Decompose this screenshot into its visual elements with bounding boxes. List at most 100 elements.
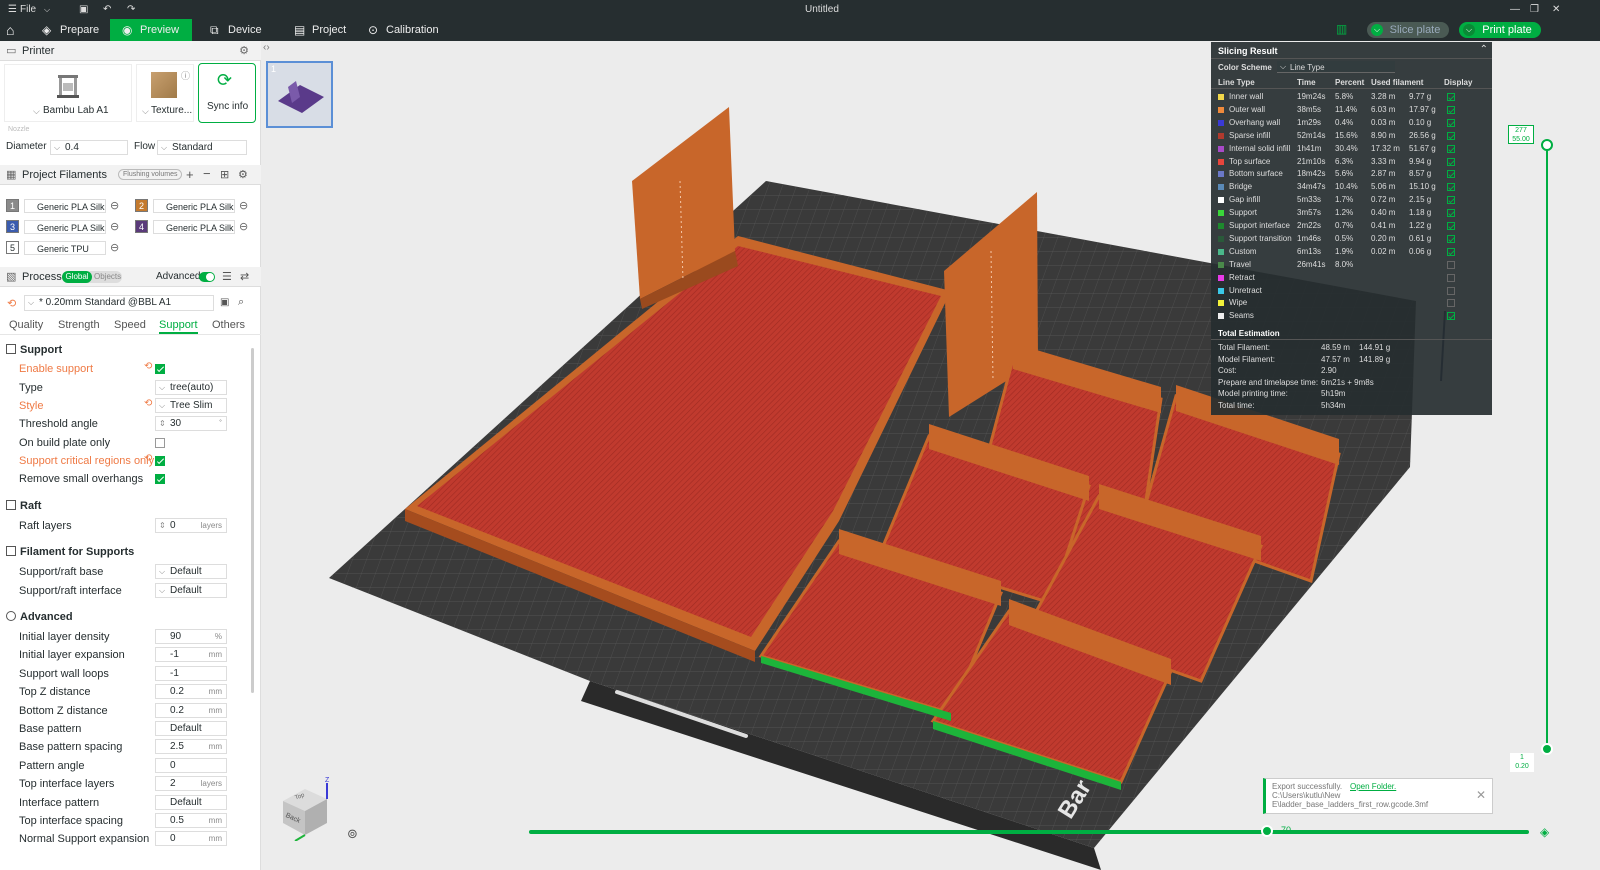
build-plate-only-checkbox[interactable] — [155, 438, 165, 448]
search-icon[interactable]: ⌕ — [238, 296, 244, 309]
move-slider-handle[interactable] — [1261, 825, 1273, 837]
display-checkbox[interactable] — [1447, 131, 1455, 140]
display-checkbox[interactable] — [1447, 118, 1455, 127]
line-type-row[interactable]: Support interface 2m22s 0.7% 0.41 m 1.22 g — [1211, 220, 1492, 233]
flow-select[interactable]: ⌵ Standard — [157, 140, 247, 155]
layout-icon[interactable]: ▥ — [1336, 22, 1347, 36]
line-type-row[interactable]: Seams — [1211, 310, 1492, 323]
remove-circle-icon[interactable]: ⊖ — [110, 241, 119, 255]
advanced-row-field[interactable]: Default — [155, 721, 227, 736]
line-type-row[interactable]: Support transition 1m46s 0.5% 0.20 m 0.61 g — [1211, 233, 1492, 246]
display-checkbox[interactable] — [1447, 260, 1455, 269]
line-type-row[interactable]: Travel 26m41s 8.0% — [1211, 259, 1492, 272]
chevron-down-icon[interactable]: ⌵ — [1371, 24, 1383, 36]
advanced-toggle[interactable] — [199, 272, 215, 282]
layer-slider-bottom-handle[interactable] — [1541, 743, 1553, 755]
compare-icon[interactable]: ⇄ — [240, 270, 249, 283]
close-icon[interactable]: ✕ — [1476, 788, 1486, 802]
raft-layers-stepper[interactable]: ⇕ 0 layers — [155, 518, 227, 533]
reset-icon[interactable]: ⟲ — [144, 398, 152, 409]
layer-slider-track[interactable] — [1546, 144, 1548, 749]
line-type-row[interactable]: Internal solid infill 1h41m 30.4% 17.32 m 51… — [1211, 143, 1492, 156]
display-checkbox[interactable] — [1447, 209, 1455, 218]
save-icon[interactable]: ▣ — [79, 0, 88, 19]
diameter-select[interactable]: ⌵ 0.4 — [50, 140, 128, 155]
display-checkbox[interactable] — [1447, 312, 1455, 321]
remove-small-overhangs-checkbox[interactable] — [155, 474, 165, 484]
threshold-angle-stepper[interactable]: ⇕ 30 ˚ — [155, 416, 227, 431]
advanced-row-field[interactable]: 2 layers — [155, 776, 227, 792]
display-checkbox[interactable] — [1447, 144, 1455, 153]
display-checkbox[interactable] — [1447, 196, 1455, 205]
tab-speed[interactable]: Speed — [114, 319, 146, 331]
redo-icon[interactable]: ↷ — [127, 0, 135, 19]
reset-icon[interactable]: ⟲ — [144, 361, 152, 372]
tab-preview[interactable]: ◉ Preview — [110, 19, 192, 41]
tab-device[interactable]: ⧉ Device — [198, 19, 280, 41]
display-checkbox[interactable] — [1447, 105, 1455, 114]
display-checkbox[interactable] — [1447, 157, 1455, 166]
save-profile-icon[interactable]: ▣ — [220, 297, 229, 308]
line-type-row[interactable]: Sparse infill 52m14s 15.6% 8.90 m 26.56 g — [1211, 130, 1492, 143]
add-filament-icon[interactable]: + — [186, 167, 194, 182]
close-icon[interactable]: ✕ — [1552, 0, 1560, 19]
file-menu[interactable]: File — [20, 0, 36, 19]
support-raft-base-select[interactable]: ⌵ Default — [155, 564, 227, 579]
open-folder-link[interactable]: Open Folder. — [1350, 782, 1396, 791]
advanced-row-field[interactable]: -1 mm — [155, 647, 227, 663]
collapse-icon[interactable]: ‹› — [263, 42, 270, 53]
camera-fit-icon[interactable]: ⊚ — [347, 826, 358, 842]
line-type-row[interactable]: Bottom surface 18m42s 5.6% 2.87 m 8.57 g — [1211, 168, 1492, 181]
print-plate-button[interactable]: ⌵ Print plate — [1459, 22, 1541, 38]
chevron-down-icon[interactable]: ⌵ — [1463, 24, 1475, 36]
display-checkbox[interactable] — [1447, 222, 1455, 230]
layer-slider-top-handle[interactable] — [1541, 139, 1553, 151]
advanced-row-field[interactable]: 2.5 mm — [155, 739, 227, 755]
line-type-row[interactable]: Overhang wall 1m29s 0.4% 0.03 m 0.10 g — [1211, 117, 1492, 130]
line-type-row[interactable]: Custom 6m13s 1.9% 0.02 m 0.06 g — [1211, 246, 1492, 259]
remove-circle-icon[interactable]: ⊖ — [239, 220, 248, 234]
chevron-down-icon[interactable]: ⌵ — [44, 0, 50, 19]
sync-info-button[interactable]: ⟳ Sync info — [198, 63, 256, 123]
display-checkbox[interactable] — [1447, 273, 1455, 282]
display-checkbox[interactable] — [1447, 183, 1455, 192]
info-icon[interactable]: ⓘ — [181, 69, 190, 82]
settings-scrollbar[interactable] — [251, 348, 254, 693]
line-type-row[interactable]: Unretract — [1211, 285, 1492, 298]
enable-support-checkbox[interactable] — [155, 364, 165, 374]
printer-card[interactable]: ⌵ Bambu Lab A1 — [4, 64, 132, 122]
line-type-row[interactable]: Retract — [1211, 272, 1492, 285]
plate-type-card[interactable]: ⓘ ⌵ Texture... — [136, 64, 194, 122]
tab-project[interactable]: ▤ Project — [282, 19, 362, 41]
reset-icon[interactable]: ⟲ — [144, 453, 152, 464]
layers-icon[interactable]: ◈ — [1540, 825, 1549, 839]
support-style-select[interactable]: ⌵ Tree Slim — [155, 398, 227, 413]
tab-support[interactable]: Support — [159, 319, 198, 334]
list-icon[interactable]: ☰ — [222, 270, 232, 283]
advanced-row-field[interactable]: 0 mm — [155, 831, 227, 847]
tab-calibration[interactable]: ⊙ Calibration — [356, 19, 456, 41]
collapse-chevron-icon[interactable]: ⌃ — [1480, 44, 1488, 55]
line-type-row[interactable]: Wipe — [1211, 297, 1492, 310]
move-slider-track[interactable] — [529, 830, 1529, 834]
line-type-row[interactable]: Bridge 34m47s 10.4% 5.06 m 15.10 g — [1211, 181, 1492, 194]
reset-icon[interactable]: ⟲ — [7, 297, 16, 310]
advanced-row-field[interactable]: 0 — [155, 757, 227, 773]
tab-quality[interactable]: Quality — [9, 319, 43, 331]
gear-icon[interactable]: ⚙ — [238, 168, 248, 181]
advanced-row-field[interactable]: 0.2 mm — [155, 702, 227, 718]
advanced-row-field[interactable]: Default — [155, 794, 227, 810]
advanced-row-field[interactable]: -1 — [155, 665, 227, 681]
display-checkbox[interactable] — [1447, 234, 1455, 243]
remove-circle-icon[interactable]: ⊖ — [239, 199, 248, 213]
remove-filament-icon[interactable]: − — [203, 166, 211, 181]
line-type-row[interactable]: Top surface 21m10s 6.3% 3.33 m 9.94 g — [1211, 156, 1492, 169]
remove-circle-icon[interactable]: ⊖ — [110, 220, 119, 234]
global-objects-toggle[interactable]: Global Objects — [62, 271, 122, 283]
critical-regions-checkbox[interactable] — [155, 456, 165, 466]
display-checkbox[interactable] — [1447, 170, 1455, 179]
flushing-volumes-button[interactable]: Flushing volumes — [118, 169, 183, 180]
advanced-row-field[interactable]: 0.5 mm — [155, 813, 227, 828]
advanced-row-field[interactable]: 90% — [155, 629, 227, 644]
tab-others[interactable]: Others — [212, 319, 245, 331]
